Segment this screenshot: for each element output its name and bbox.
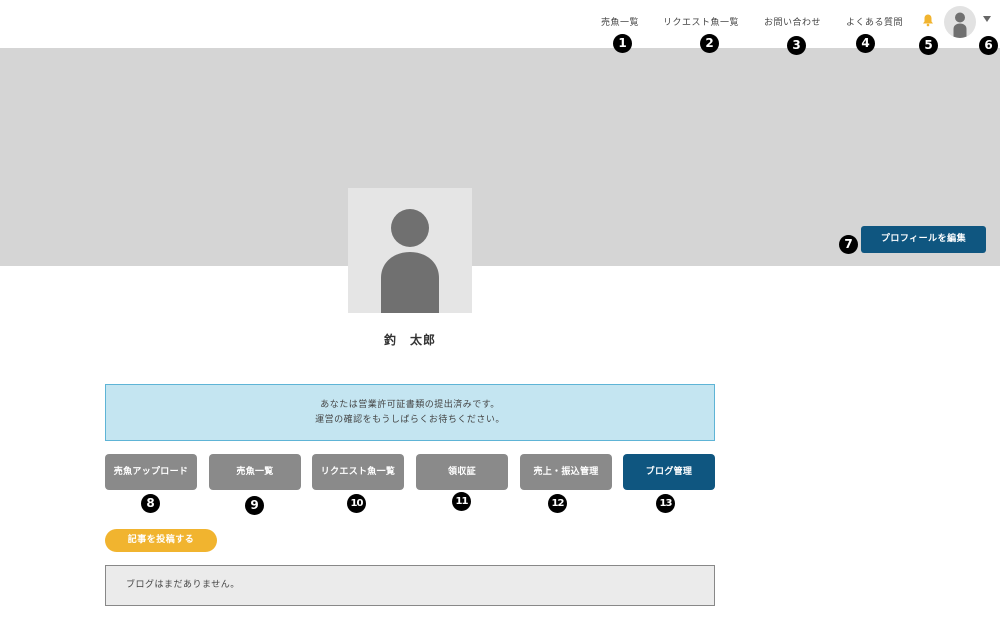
- post-article-button[interactable]: 記事を投稿する: [105, 529, 217, 552]
- nav-faq[interactable]: よくある質問: [846, 15, 903, 28]
- nav-contact[interactable]: お問い合わせ: [764, 15, 821, 28]
- marker-11: 11: [452, 492, 471, 511]
- receipt-button[interactable]: 領収証: [416, 454, 508, 490]
- nav-request-fish-list[interactable]: リクエスト魚一覧: [663, 15, 739, 28]
- blog-empty-message: ブログはまだありません。: [105, 565, 715, 606]
- marker-9: 9: [245, 496, 264, 515]
- profile-photo: [348, 188, 472, 313]
- notice-line-2: 運営の確認をもうしばらくお待ちください。: [315, 415, 505, 425]
- blog-management-button[interactable]: ブログ管理: [623, 454, 715, 490]
- fish-list-button[interactable]: 売魚一覧: [209, 454, 301, 490]
- user-silhouette-icon: [953, 12, 967, 38]
- nav-fish-list[interactable]: 売魚一覧: [601, 15, 639, 28]
- edit-profile-button[interactable]: プロフィールを編集: [861, 226, 986, 253]
- request-fish-list-button[interactable]: リクエスト魚一覧: [312, 454, 404, 490]
- marker-2: 2: [700, 34, 719, 53]
- sales-transfer-management-button[interactable]: 売上・振込管理: [520, 454, 612, 490]
- marker-12: 12: [548, 494, 567, 513]
- chevron-down-icon[interactable]: [983, 16, 991, 22]
- marker-8: 8: [141, 494, 160, 513]
- marker-3: 3: [787, 36, 806, 55]
- top-navigation-bar: 売魚一覧 リクエスト魚一覧 お問い合わせ よくある質問: [0, 0, 1000, 48]
- marker-6: 6: [979, 36, 998, 55]
- marker-13: 13: [656, 494, 675, 513]
- marker-4: 4: [856, 34, 875, 53]
- user-avatar-button[interactable]: [944, 6, 976, 38]
- upload-fish-button[interactable]: 売魚アップロード: [105, 454, 197, 490]
- marker-1: 1: [613, 34, 632, 53]
- license-notice: あなたは営業許可証書類の提出済みです。 運営の確認をもうしばらくお待ちください。: [105, 384, 715, 441]
- marker-7: 7: [839, 235, 858, 254]
- notice-line-1: あなたは営業許可証書類の提出済みです。: [320, 400, 500, 410]
- cover-image: [0, 48, 1000, 266]
- bell-icon[interactable]: [921, 13, 935, 27]
- marker-10: 10: [347, 494, 366, 513]
- user-silhouette-icon: [381, 209, 439, 313]
- marker-5: 5: [919, 36, 938, 55]
- user-name: 釣 太郎: [383, 333, 436, 347]
